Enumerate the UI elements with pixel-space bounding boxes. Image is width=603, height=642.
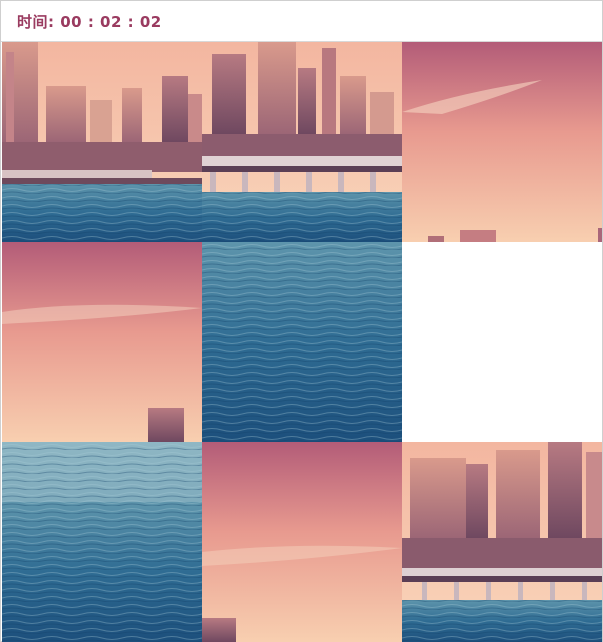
puzzle-board	[2, 42, 602, 642]
puzzle-tile-middle-left[interactable]	[2, 242, 202, 442]
puzzle-tile-middle-right[interactable]	[402, 442, 602, 642]
puzzle-empty-slot[interactable]	[402, 242, 602, 442]
puzzle-tile-top-right[interactable]	[402, 42, 602, 242]
puzzle-tile-top-left[interactable]	[2, 42, 202, 242]
puzzle-tile-bottom-left[interactable]	[2, 442, 202, 642]
timer-value: 00 : 02 : 02	[60, 12, 162, 31]
puzzle-window: 时间: 00 : 02 : 02	[0, 0, 603, 642]
timer: 时间: 00 : 02 : 02	[17, 11, 162, 32]
timer-label: 时间:	[17, 12, 55, 31]
puzzle-tile-top-center[interactable]	[202, 42, 402, 242]
header-bar: 时间: 00 : 02 : 02	[1, 1, 602, 42]
puzzle-tile-bottom-center[interactable]	[202, 242, 402, 442]
puzzle-tile-middle-center[interactable]	[202, 442, 402, 642]
